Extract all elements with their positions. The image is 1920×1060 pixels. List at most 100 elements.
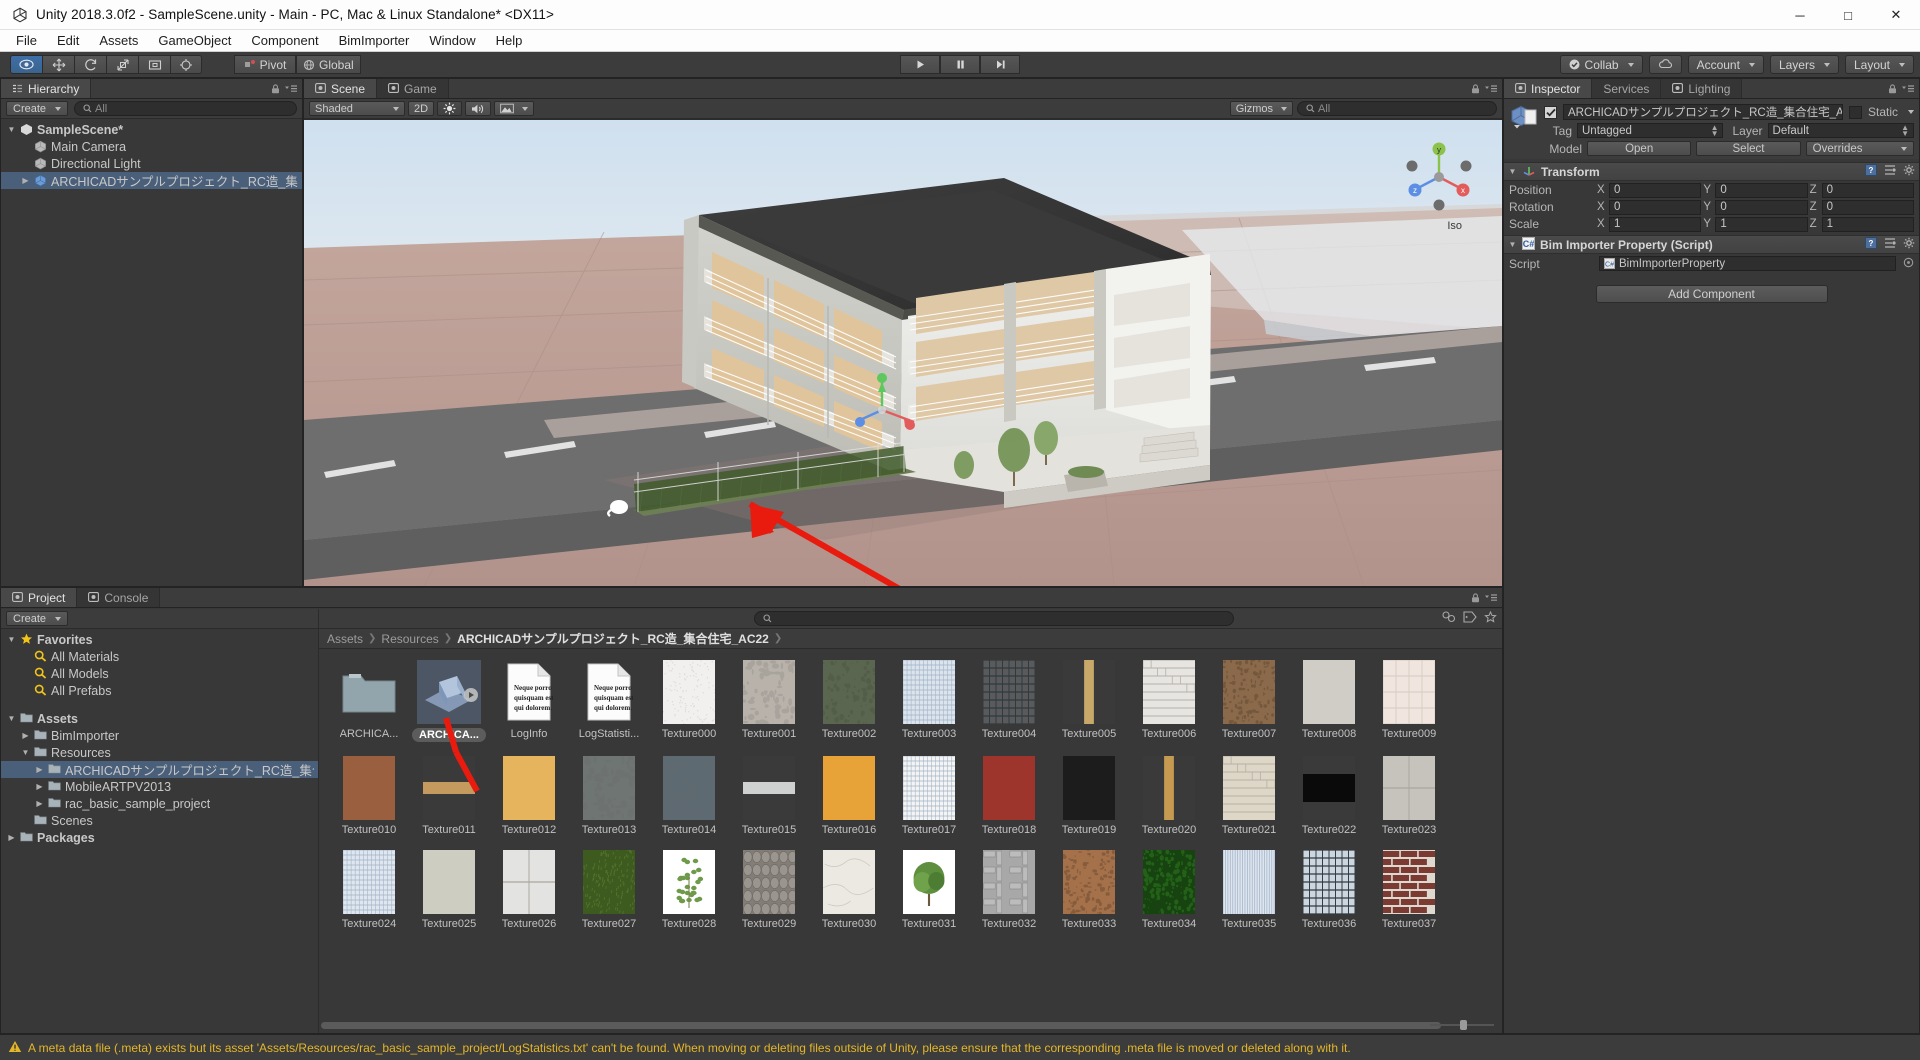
gear-icon[interactable] — [1903, 164, 1915, 179]
asset-item[interactable]: Texture013 — [571, 756, 647, 836]
rotate-tool-button[interactable] — [74, 55, 106, 74]
layer-dropdown[interactable]: Default ▲▼ — [1768, 123, 1914, 138]
menu-item-help[interactable]: Help — [486, 31, 533, 50]
menu-item-assets[interactable]: Assets — [89, 31, 148, 50]
project-hscrollbar[interactable] — [321, 1020, 1488, 1031]
2d-toggle-button[interactable]: 2D — [408, 101, 434, 116]
chevron-down-icon[interactable]: ▼ — [21, 748, 30, 757]
menu-item-gameobject[interactable]: GameObject — [148, 31, 241, 50]
asset-item[interactable]: Texture025 — [411, 850, 487, 930]
transform-position-x-input[interactable]: 0 — [1609, 183, 1701, 198]
asset-item[interactable]: Texture024 — [331, 850, 407, 930]
step-button[interactable] — [980, 55, 1020, 74]
asset-item[interactable]: Texture008 — [1291, 660, 1367, 742]
asset-item[interactable]: Texture011 — [411, 756, 487, 836]
chevron-right-icon[interactable]: ▶ — [7, 833, 16, 842]
chevron-right-icon[interactable]: ▶ — [35, 799, 44, 808]
help-icon[interactable]: ? — [1865, 164, 1877, 179]
layout-button[interactable]: Layout — [1845, 55, 1914, 74]
panel-menu-icon[interactable] — [284, 82, 298, 97]
collab-button[interactable]: Collab — [1560, 55, 1643, 74]
filter-by-type-icon[interactable] — [1442, 611, 1456, 626]
object-enabled-checkbox[interactable] — [1544, 106, 1557, 119]
scene-axis-gizmo[interactable]: y z x — [1398, 136, 1480, 218]
tree-item-9[interactable]: ▶MobileARTPV2013 — [1, 778, 318, 795]
chevron-right-icon[interactable]: ▶ — [21, 731, 30, 740]
play-button[interactable] — [900, 55, 940, 74]
menu-item-window[interactable]: Window — [419, 31, 485, 50]
object-picker-icon[interactable] — [1903, 257, 1914, 271]
asset-item[interactable]: Texture037 — [1371, 850, 1447, 930]
asset-item[interactable]: Texture032 — [971, 850, 1047, 930]
tree-item-3[interactable]: ▶ARCHICADサンプルプロジェクト_RC造_集合住 — [1, 172, 302, 189]
rect-tool-button[interactable] — [138, 55, 170, 74]
tree-item-2[interactable]: Directional Light — [1, 155, 302, 172]
favorite-star-icon[interactable] — [1484, 611, 1497, 626]
asset-item[interactable]: Texture019 — [1051, 756, 1127, 836]
tree-item-10[interactable]: ▶rac_basic_sample_project — [1, 795, 318, 812]
chevron-down-icon[interactable] — [1908, 110, 1914, 114]
breadcrumb-item-1[interactable]: Resources — [381, 632, 438, 646]
tree-item-5[interactable]: ▼Assets — [1, 710, 318, 727]
tab-lighting[interactable]: Lighting — [1661, 79, 1742, 98]
asset-item[interactable]: Texture022 — [1291, 756, 1367, 836]
script-component-header[interactable]: ▼ C# Bim Importer Property (Script) ? — [1504, 235, 1919, 254]
asset-item[interactable]: Texture003 — [891, 660, 967, 742]
model-open-button[interactable]: Open — [1587, 141, 1691, 156]
chevron-down-icon[interactable]: ▼ — [1508, 240, 1517, 249]
asset-item[interactable]: Texture035 — [1211, 850, 1287, 930]
transform-scale-z-input[interactable]: 1 — [1822, 217, 1914, 232]
asset-item[interactable]: Texture012 — [491, 756, 567, 836]
tab-project[interactable]: Project — [1, 588, 77, 607]
asset-item[interactable]: Texture023 — [1371, 756, 1447, 836]
tab-game[interactable]: Game — [377, 79, 449, 98]
asset-item[interactable]: Texture004 — [971, 660, 1047, 742]
transform-component-header[interactable]: ▼ Transform ? — [1504, 162, 1919, 181]
asset-item[interactable]: Texture021 — [1211, 756, 1287, 836]
asset-item[interactable]: Texture033 — [1051, 850, 1127, 930]
tab-inspector[interactable]: Inspector — [1504, 79, 1592, 98]
filter-by-label-icon[interactable] — [1463, 611, 1477, 626]
account-button[interactable]: Account — [1688, 55, 1764, 74]
asset-item[interactable]: Texture010 — [331, 756, 407, 836]
panel-menu-icon[interactable] — [1901, 82, 1915, 97]
object-name-input[interactable]: ARCHICADサンプルプロジェクト_RC造_集合住宅_A — [1563, 104, 1843, 120]
transform-tool-button[interactable] — [170, 55, 202, 74]
transform-position-z-input[interactable]: 0 — [1822, 183, 1914, 198]
hand-tool-button[interactable] — [10, 55, 42, 74]
project-search-input[interactable] — [754, 611, 1234, 626]
transform-rotation-y-input[interactable]: 0 — [1715, 200, 1807, 215]
asset-item[interactable]: Texture017 — [891, 756, 967, 836]
asset-item[interactable]: Texture034 — [1131, 850, 1207, 930]
asset-item[interactable]: Texture028 — [651, 850, 727, 930]
asset-item[interactable]: Neque porroquisquam estqui dolorem.LogIn… — [491, 660, 567, 742]
transform-position-y-input[interactable]: 0 — [1715, 183, 1807, 198]
tab-console[interactable]: Console — [77, 588, 160, 607]
script-object-field[interactable]: C# BimImporterProperty — [1599, 256, 1896, 271]
tab-hierarchy[interactable]: Hierarchy — [1, 79, 91, 98]
close-button[interactable]: ✕ — [1872, 0, 1920, 30]
overrides-dropdown[interactable]: Overrides — [1806, 141, 1914, 156]
menu-item-component[interactable]: Component — [241, 31, 328, 50]
chevron-down-icon[interactable]: ▼ — [7, 125, 16, 134]
shading-mode-dropdown[interactable]: Shaded — [309, 101, 405, 116]
scene-projection-label[interactable]: Iso — [1447, 220, 1462, 232]
thumbnail-size-slider[interactable] — [1430, 1019, 1494, 1031]
tag-dropdown[interactable]: Untagged ▲▼ — [1577, 123, 1723, 138]
tree-item-11[interactable]: Scenes — [1, 812, 318, 829]
chevron-down-icon[interactable]: ▼ — [7, 714, 16, 723]
scene-lighting-toggle[interactable] — [437, 101, 462, 116]
maximize-button[interactable]: □ — [1824, 0, 1872, 30]
chevron-down-icon[interactable]: ▼ — [1508, 167, 1517, 176]
scale-tool-button[interactable] — [106, 55, 138, 74]
asset-item[interactable]: Texture030 — [811, 850, 887, 930]
gear-icon[interactable] — [1903, 237, 1915, 252]
chevron-right-icon[interactable]: ▶ — [21, 176, 30, 185]
pivot-toggle-button[interactable]: Pivot — [234, 55, 296, 74]
panel-menu-icon[interactable] — [1484, 82, 1498, 97]
lock-icon[interactable] — [1888, 82, 1897, 97]
asset-item[interactable]: Texture036 — [1291, 850, 1367, 930]
asset-item[interactable]: Texture006 — [1131, 660, 1207, 742]
scene-search-input[interactable]: All — [1297, 101, 1497, 116]
asset-item[interactable]: Texture026 — [491, 850, 567, 930]
